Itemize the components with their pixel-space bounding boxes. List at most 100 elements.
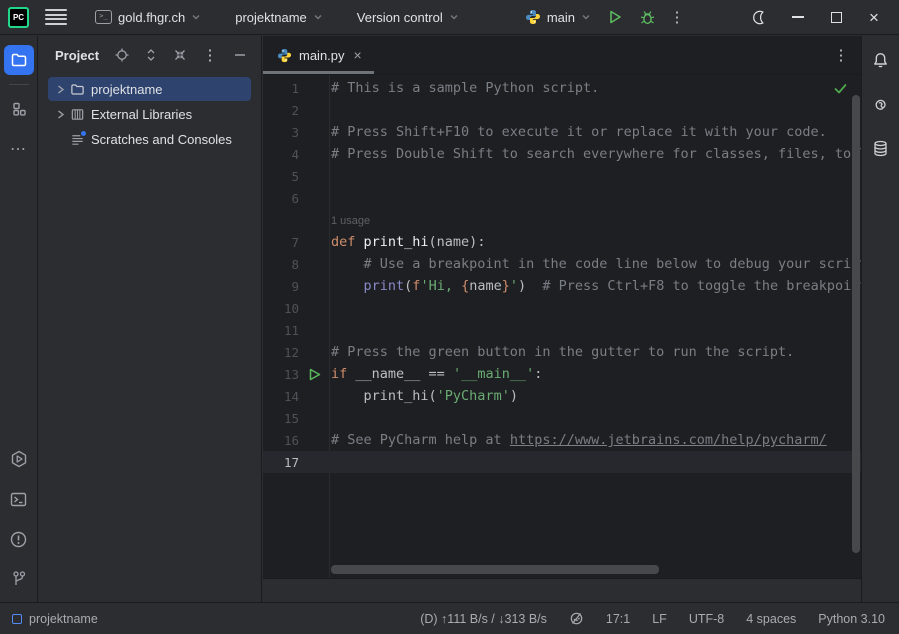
- expand-all-button[interactable]: [140, 44, 162, 66]
- more-tool-windows-button[interactable]: ⋯: [4, 134, 34, 164]
- module-icon: [12, 614, 22, 624]
- code-line[interactable]: 5: [263, 165, 861, 187]
- code-line[interactable]: 14 print_hi('PyCharm'): [263, 385, 861, 407]
- host-selector[interactable]: >_ gold.fhgr.ch: [89, 6, 207, 29]
- code-line[interactable]: 17: [263, 451, 861, 473]
- run-icon: [607, 9, 623, 25]
- code-line[interactable]: 4# Press Double Shift to search everywhe…: [263, 143, 861, 165]
- tab-close-icon[interactable]: ×: [352, 46, 364, 64]
- network-speed-widget[interactable]: (D) ↑111 B/s / ↓313 B/s: [420, 612, 547, 626]
- minimize-button[interactable]: [783, 4, 813, 30]
- chevron-down-icon: [313, 12, 323, 22]
- code-viewport[interactable]: 1# This is a sample Python script.23# Pr…: [263, 75, 861, 578]
- status-project-widget[interactable]: projektname: [12, 612, 98, 626]
- usages-inlay-hint[interactable]: 1 usage: [331, 215, 370, 227]
- run-line-button[interactable]: [305, 364, 325, 384]
- title-bar: PC >_ gold.fhgr.ch projektname Version c…: [0, 0, 899, 35]
- tool-services-button[interactable]: [4, 444, 34, 474]
- line-number: 4: [263, 147, 299, 162]
- tree-item-scratches[interactable]: Scratches and Consoles: [48, 127, 251, 151]
- tool-structure-button[interactable]: [4, 94, 34, 124]
- caret-position-widget[interactable]: 17:1: [606, 612, 630, 626]
- line-ending-widget[interactable]: LF: [652, 612, 667, 626]
- close-button[interactable]: ×: [859, 4, 889, 30]
- panel-title: Project: [55, 48, 99, 63]
- project-panel-header: Project: [38, 36, 261, 74]
- line-number: 6: [263, 191, 299, 206]
- collapse-icon: [173, 48, 187, 62]
- ai-assistant-button[interactable]: [866, 90, 896, 120]
- debug-icon: [639, 9, 656, 26]
- python-icon: [525, 9, 541, 25]
- toolbar-separator: [9, 84, 29, 85]
- vertical-scrollbar[interactable]: [852, 95, 860, 553]
- code-line[interactable]: 3# Press Shift+F10 to execute it or repl…: [263, 121, 861, 143]
- interpreter-widget[interactable]: Python 3.10: [818, 612, 885, 626]
- panel-options-button[interactable]: ⋮: [198, 43, 222, 67]
- code-line[interactable]: 15: [263, 407, 861, 429]
- tree-item-label: projektname: [91, 82, 163, 97]
- tool-vcs-button[interactable]: [4, 564, 34, 594]
- hamburger-icon[interactable]: [45, 9, 67, 25]
- bell-icon: [871, 51, 890, 70]
- chevron-down-icon: [191, 12, 201, 22]
- code-line[interactable]: 9 print(f'Hi, {name}') # Press Ctrl+F8 t…: [263, 275, 861, 297]
- python-icon: [277, 48, 292, 63]
- maximize-button[interactable]: [821, 4, 851, 30]
- run-config-selector[interactable]: main: [519, 6, 597, 28]
- left-toolbar: ⋯: [0, 36, 38, 602]
- clock-badge: [80, 130, 87, 137]
- moon-icon[interactable]: [745, 4, 775, 30]
- editor-options-button[interactable]: ⋮: [829, 43, 853, 67]
- line-number: 8: [263, 257, 299, 272]
- chevron-down-icon: [581, 12, 591, 22]
- code-line[interactable]: 1 usage: [263, 209, 861, 231]
- horizontal-scrollbar[interactable]: [331, 565, 659, 574]
- highlighting-level-button[interactable]: [569, 611, 584, 626]
- tree-item-projektname[interactable]: projektname: [48, 77, 251, 101]
- line-number: 11: [263, 323, 299, 338]
- locate-file-button[interactable]: [111, 44, 133, 66]
- code-line[interactable]: 11: [263, 319, 861, 341]
- indent-widget[interactable]: 4 spaces: [746, 612, 796, 626]
- more-actions-button[interactable]: ⋮: [665, 5, 689, 29]
- pycharm-window: PC >_ gold.fhgr.ch projektname Version c…: [0, 0, 899, 634]
- debug-button[interactable]: [633, 4, 661, 30]
- code-line[interactable]: 10: [263, 297, 861, 319]
- code-line[interactable]: 8 # Use a breakpoint in the code line be…: [263, 253, 861, 275]
- tool-terminal-button[interactable]: [4, 484, 34, 514]
- encoding-widget[interactable]: UTF-8: [689, 612, 724, 626]
- eye-slash-icon: [569, 611, 584, 626]
- check-icon: [833, 81, 848, 96]
- project-selector[interactable]: projektname: [229, 6, 329, 29]
- code-line[interactable]: 13if __name__ == '__main__':: [263, 363, 861, 385]
- line-number: 16: [263, 433, 299, 448]
- run-button[interactable]: [601, 4, 629, 30]
- database-button[interactable]: [866, 133, 896, 163]
- code-line[interactable]: 12# Press the green button in the gutter…: [263, 341, 861, 363]
- run-toolbar: main ⋮: [519, 4, 689, 30]
- pycharm-logo: PC: [8, 7, 29, 28]
- notifications-button[interactable]: [866, 45, 896, 75]
- vcs-menu[interactable]: Version control: [351, 6, 465, 29]
- tool-problems-button[interactable]: [4, 524, 34, 554]
- code-line[interactable]: 16# See PyCharm help at https://www.jetb…: [263, 429, 861, 451]
- tab-main-py[interactable]: main.py ×: [263, 36, 374, 74]
- code-line[interactable]: 2: [263, 99, 861, 121]
- tree-item-external-libraries[interactable]: External Libraries: [48, 102, 251, 126]
- collapse-all-button[interactable]: [169, 44, 191, 66]
- maximize-icon: [831, 12, 842, 23]
- code-line[interactable]: 1# This is a sample Python script.: [263, 77, 861, 99]
- hide-panel-button[interactable]: [229, 44, 251, 66]
- code-line[interactable]: 7def print_hi(name):: [263, 231, 861, 253]
- chevron-right-icon[interactable]: [52, 84, 68, 95]
- run-line-icon: [309, 368, 321, 381]
- chevron-right-icon[interactable]: [52, 109, 68, 120]
- line-number: 15: [263, 411, 299, 426]
- problems-icon: [9, 530, 28, 549]
- code-line[interactable]: 6: [263, 187, 861, 209]
- inspections-widget[interactable]: [833, 81, 848, 96]
- tool-project-button[interactable]: [4, 45, 34, 75]
- line-number: 13: [263, 367, 299, 382]
- run-config-name: main: [547, 10, 575, 25]
